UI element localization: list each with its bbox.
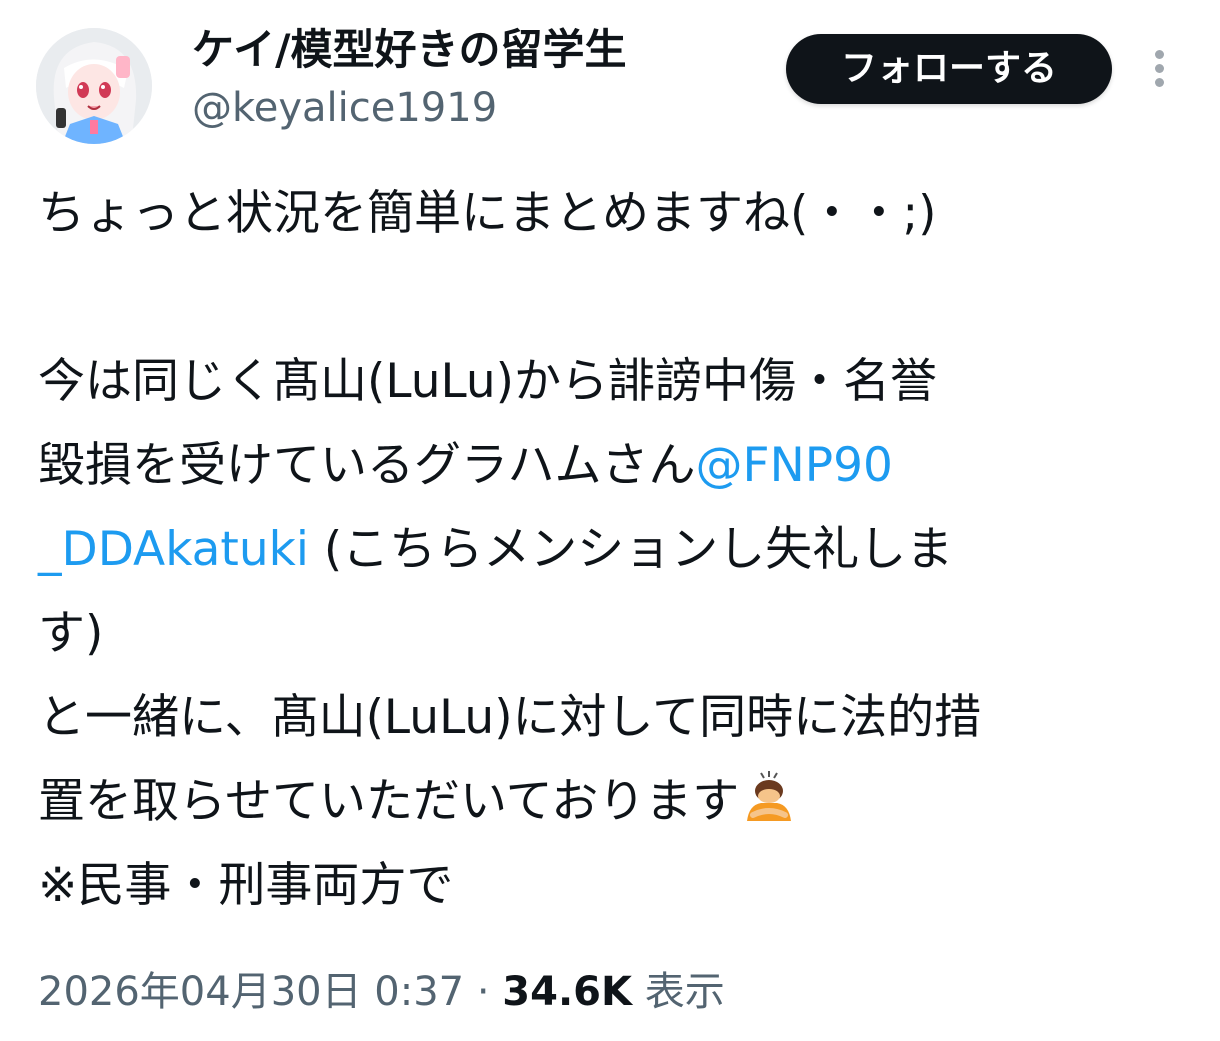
views-label: 表示 xyxy=(631,969,725,1015)
dot xyxy=(1155,64,1164,73)
author-display-name[interactable]: ケイ/模型好きの留学生 xyxy=(192,22,627,78)
person-bowing-emoji-icon xyxy=(739,765,799,825)
tweet-line: す) xyxy=(38,606,104,661)
author-handle[interactable]: @keyalice1919 xyxy=(192,82,497,134)
tweet-line: ※民事・刑事両方で xyxy=(38,858,454,913)
mention-link-continued[interactable]: _DDAkatuki xyxy=(38,522,309,577)
meta-separator: · xyxy=(464,969,503,1015)
tweet-line: 置を取らせていただいております xyxy=(38,760,1188,844)
tweet-text-segment: (こちらメンションし失礼しま xyxy=(308,522,954,577)
tweet-line: と一緒に、髙山(LuLu)に対して同時に法的措 xyxy=(38,690,982,745)
tweet-text: ちょっと状況を簡単にまとめますね(・・;) 今は同じく髙山(LuLu)から誹謗中… xyxy=(38,172,1188,928)
timestamp[interactable]: 2026年04月30日 0:37 xyxy=(38,969,464,1015)
views-count: 34.6K xyxy=(502,969,632,1015)
follow-button[interactable]: フォローする xyxy=(786,34,1112,104)
more-options-icon[interactable] xyxy=(1140,46,1180,92)
tweet-line: ちょっと状況を簡単にまとめますね(・・;) xyxy=(38,186,937,241)
anime-girl-avatar-icon xyxy=(36,28,152,144)
tweet-line: 毀損を受けているグラハムさん@FNP90 xyxy=(38,424,1188,508)
tweet-card: ケイ/模型好きの留学生 @keyalice1919 フォローする ちょっと状況を… xyxy=(0,0,1220,1041)
mention-link[interactable]: @FNP90 xyxy=(696,438,893,493)
tweet-line: _DDAkatuki (こちらメンションし失礼しま xyxy=(38,508,1188,592)
tweet-text-segment: 毀損を受けているグラハムさん xyxy=(38,438,696,493)
author-avatar[interactable] xyxy=(36,28,152,144)
dot xyxy=(1155,50,1164,59)
tweet-line: 今は同じく髙山(LuLu)から誹謗中傷・名誉 xyxy=(38,354,937,409)
tweet-meta: 2026年04月30日 0:37 · 34.6K 表示 xyxy=(38,962,725,1022)
tweet-text-segment: 置を取らせていただいております xyxy=(38,774,740,829)
dot xyxy=(1155,78,1164,87)
